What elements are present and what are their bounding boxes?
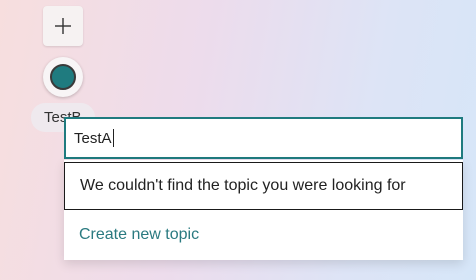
plus-icon <box>55 18 71 34</box>
no-result-message: We couldn't find the topic you were look… <box>64 162 463 210</box>
topic-search-value: TestA <box>74 129 112 147</box>
text-caret <box>112 129 114 147</box>
topic-suggestions-dropdown: We couldn't find the topic you were look… <box>64 160 463 260</box>
topic-avatar[interactable] <box>43 57 83 97</box>
topic-search-input[interactable]: TestA <box>64 117 463 159</box>
create-new-topic-link[interactable]: Create new topic <box>79 226 199 244</box>
add-topic-button[interactable] <box>43 6 83 46</box>
topic-color-dot <box>50 64 76 90</box>
